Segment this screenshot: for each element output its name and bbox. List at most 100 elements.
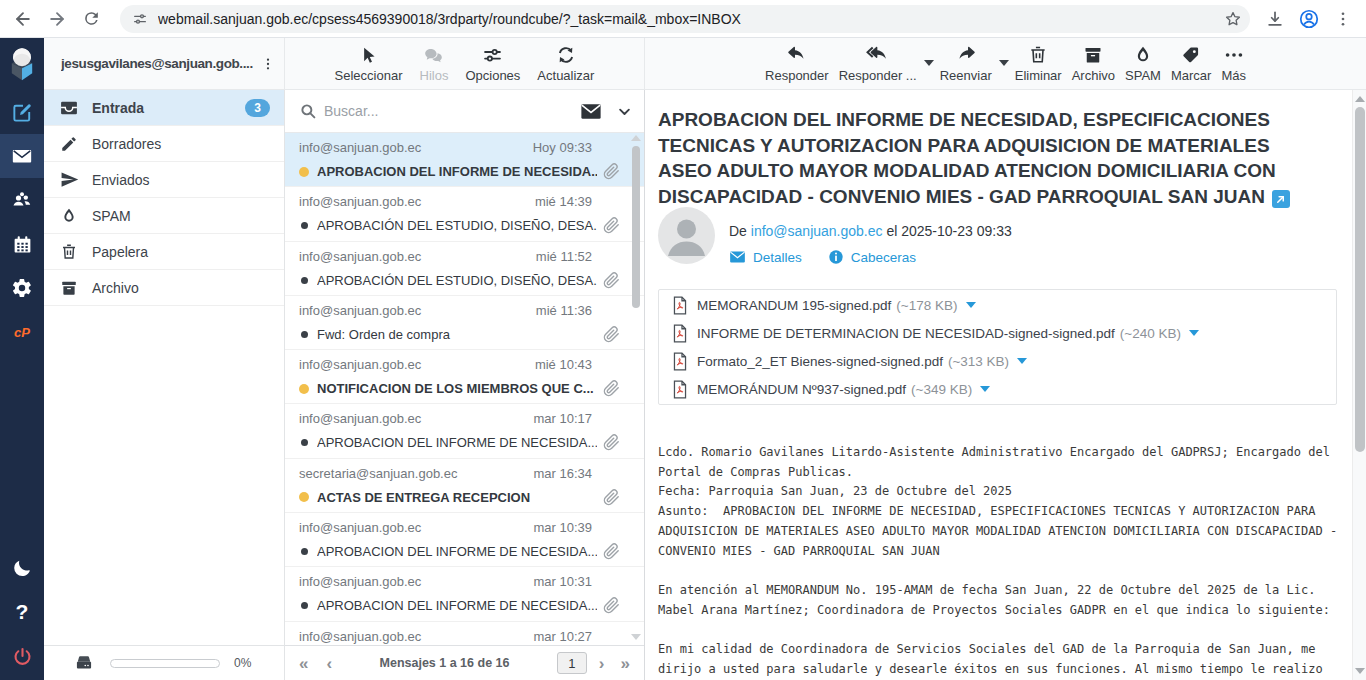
folder-item-entrada[interactable]: Entrada3: [44, 90, 284, 126]
message-date: Hoy 09:33: [533, 140, 592, 155]
taskbar-compose[interactable]: [0, 90, 44, 134]
external-link-icon[interactable]: [1272, 190, 1290, 208]
reply-all-dropdown[interactable]: [924, 60, 934, 66]
attachment-item[interactable]: INFORME DE DETERMINACION DE NECESIDAD-si…: [672, 319, 1323, 347]
forward-dropdown[interactable]: [999, 60, 1009, 66]
archive-button[interactable]: Archivo: [1072, 44, 1115, 83]
from-email[interactable]: info@sanjuan.gob.ec: [751, 223, 883, 239]
taskbar-theme-toggle[interactable]: [0, 546, 44, 590]
attachment-dropdown-icon[interactable]: [980, 386, 990, 392]
threads-button[interactable]: Hilos: [420, 44, 449, 83]
options-button[interactable]: Opciones: [465, 44, 520, 83]
forward-button[interactable]: Reenviar: [940, 44, 992, 83]
pdf-icon: [672, 296, 688, 315]
unread-dot-icon: [299, 492, 309, 502]
attachment-item[interactable]: Formato_2_ET Bienes-signed-signed.pdf(~3…: [672, 347, 1323, 375]
more-button[interactable]: Más: [1221, 44, 1246, 83]
browser-profile-icon[interactable]: [1292, 2, 1326, 36]
message-body: Lcdo. Romario Gavilanes Litardo-Asistent…: [658, 443, 1348, 679]
attachment-dropdown-icon[interactable]: [1189, 330, 1199, 336]
reply-all-button[interactable]: Responder ...: [839, 44, 917, 83]
message-row[interactable]: info@sanjuan.gob.ecmié 14:39APROBACIÓN D…: [285, 187, 644, 241]
browser-back-button[interactable]: [6, 2, 40, 36]
attachment-dropdown-icon[interactable]: [1017, 358, 1027, 364]
message-row[interactable]: info@sanjuan.gob.ecmar 10:31APROBACION D…: [285, 567, 644, 621]
browser-forward-button[interactable]: [40, 2, 74, 36]
folder-item-spam[interactable]: SPAM: [44, 198, 284, 234]
site-settings-icon[interactable]: [132, 11, 148, 27]
folder-item-archivo[interactable]: Archivo: [44, 270, 284, 306]
page-last-button[interactable]: »: [621, 655, 630, 672]
mark-button[interactable]: Marcar: [1171, 44, 1211, 83]
message-scrollbar[interactable]: [1352, 90, 1366, 680]
attachment-item[interactable]: MEMORANDUM 195-signed.pdf(~178 KB): [672, 291, 1323, 319]
reply-button[interactable]: Responder: [765, 44, 829, 83]
message-row[interactable]: info@sanjuan.gob.ecmar 10:17APROBACION D…: [285, 404, 644, 458]
sender-info: De info@sanjuan.gob.ec el 2025-10-23 09:…: [729, 207, 1012, 265]
taskbar-logout[interactable]: [0, 634, 44, 678]
taskbar-calendar[interactable]: [0, 222, 44, 266]
delete-label: Eliminar: [1015, 68, 1062, 83]
taskbar-settings[interactable]: [0, 266, 44, 310]
attachment-name[interactable]: Formato_2_ET Bienes-signed-signed.pdf: [697, 354, 943, 369]
details-link[interactable]: Detalles: [729, 250, 802, 265]
taskbar-contacts[interactable]: [0, 178, 44, 222]
search-options-chevron[interactable]: [617, 104, 632, 119]
taskbar-cpanel[interactable]: cP: [0, 310, 44, 354]
message-row[interactable]: info@sanjuan.gob.ecmar 10:27: [285, 622, 644, 645]
message-scrollbar-thumb[interactable]: [1355, 107, 1365, 452]
paperclip-icon: [603, 163, 620, 180]
folder-label: SPAM: [92, 208, 131, 224]
list-scrollbar[interactable]: [631, 134, 641, 644]
search-placeholder[interactable]: Buscar...: [324, 103, 580, 119]
page-first-button[interactable]: «: [299, 655, 308, 672]
folder-item-papelera[interactable]: Papelera: [44, 234, 284, 270]
message-row[interactable]: info@sanjuan.gob.ecmar 10:39APROBACION D…: [285, 513, 644, 567]
message-row[interactable]: secretaria@sanjuan.gob.ecmar 16:34ACTAS …: [285, 459, 644, 513]
message-from: info@sanjuan.gob.ec: [299, 520, 533, 535]
attachment-name[interactable]: INFORME DE DETERMINACION DE NECESIDAD-si…: [697, 326, 1115, 341]
account-menu-icon[interactable]: [260, 56, 276, 72]
message-subject: APROBACION DEL INFORME DE NECESIDA...: [317, 435, 597, 450]
search-scope-icon[interactable]: [580, 102, 602, 121]
attachment-item[interactable]: MEMORÁNDUM Nº937-signed.pdf(~349 KB): [672, 375, 1323, 403]
folder-label: Archivo: [92, 280, 139, 296]
bookmark-star-icon[interactable]: [1224, 10, 1242, 28]
folder-label: Papelera: [92, 244, 148, 260]
attachment-name[interactable]: MEMORANDUM 195-signed.pdf: [697, 298, 891, 313]
taskbar-mail[interactable]: [0, 134, 44, 178]
browser-menu-icon[interactable]: [1326, 2, 1360, 36]
spam-button[interactable]: SPAM: [1125, 44, 1161, 83]
browser-address-bar[interactable]: webmail.sanjuan.gob.ec/cpsess4569390018/…: [120, 5, 1250, 33]
message-subject: APROBACION DEL INFORME DE NECESIDA...: [317, 544, 597, 559]
select-button[interactable]: Seleccionar: [335, 44, 403, 83]
message-row[interactable]: info@sanjuan.gob.ecmié 11:36Fwd: Orden d…: [285, 296, 644, 350]
list-scrollbar-thumb[interactable]: [632, 146, 640, 308]
download-icon[interactable]: [1258, 2, 1292, 36]
browser-refresh-button[interactable]: [74, 2, 108, 36]
delete-button[interactable]: Eliminar: [1015, 44, 1062, 83]
message-from: info@sanjuan.gob.ec: [299, 357, 535, 372]
mark-label: Marcar: [1171, 68, 1211, 83]
taskbar-help[interactable]: ?: [0, 590, 44, 634]
attachment-dropdown-icon[interactable]: [966, 302, 976, 308]
avatar: [658, 207, 715, 264]
message-row[interactable]: info@sanjuan.gob.ecHoy 09:33APROBACION D…: [285, 133, 644, 187]
cursor-icon: [359, 44, 378, 66]
folder-item-borradores[interactable]: Borradores: [44, 126, 284, 162]
folder-item-enviados[interactable]: Enviados: [44, 162, 284, 198]
refresh-button[interactable]: Actualizar: [537, 44, 594, 83]
url-text[interactable]: webmail.sanjuan.gob.ec/cpsess4569390018/…: [158, 11, 1224, 27]
pdf-icon: [672, 352, 688, 371]
message-row[interactable]: info@sanjuan.gob.ecmié 10:43NOTIFICACION…: [285, 350, 644, 404]
message-row[interactable]: info@sanjuan.gob.ecmié 11:52APROBACIÓN D…: [285, 242, 644, 296]
read-dot-icon: [301, 222, 308, 229]
pdf-icon: [672, 380, 688, 399]
page-number-box[interactable]: 1: [557, 652, 587, 674]
message-date: mar 10:27: [533, 629, 592, 644]
attachment-name[interactable]: MEMORÁNDUM Nº937-signed.pdf: [697, 382, 906, 397]
paperclip-icon: [603, 489, 620, 506]
search-bar[interactable]: Buscar...: [285, 90, 644, 133]
headers-link[interactable]: Cabeceras: [828, 249, 916, 265]
page-next-button[interactable]: ›: [599, 655, 605, 672]
